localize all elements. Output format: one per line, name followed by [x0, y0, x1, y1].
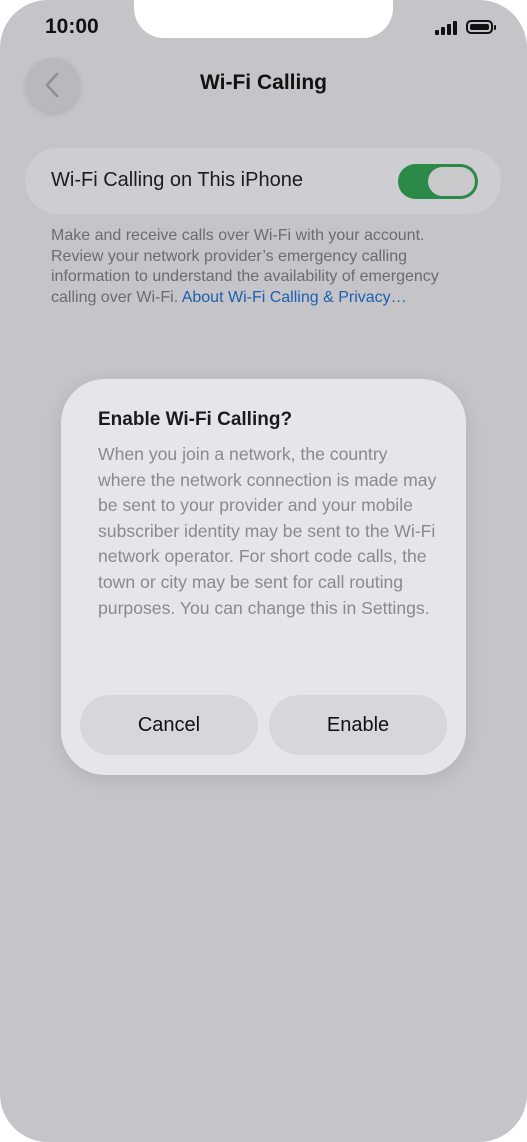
- battery-icon: [466, 20, 493, 34]
- page-title: Wi-Fi Calling: [200, 71, 327, 94]
- signal-icon: [435, 21, 459, 35]
- about-wifi-calling-link[interactable]: About Wi-Fi Calling & Privacy…: [182, 289, 407, 306]
- cancel-button[interactable]: Cancel: [80, 695, 258, 755]
- enable-button[interactable]: Enable: [269, 695, 447, 755]
- dialog-title: Enable Wi-Fi Calling?: [98, 409, 293, 430]
- dialog-body: When you join a network, the country whe…: [98, 444, 437, 618]
- wifi-calling-row: Wi-Fi Calling on This iPhone: [25, 148, 501, 214]
- toggle-knob: [428, 167, 475, 196]
- phone-screen: 10:00 Wi-Fi Calling Wi-Fi Calling on Thi…: [0, 0, 527, 1142]
- status-time: 10:00: [45, 15, 99, 38]
- wifi-calling-toggle[interactable]: [398, 164, 478, 199]
- footer-text: Make and receive calls over Wi-Fi with y…: [51, 226, 471, 308]
- notch: [134, 0, 393, 38]
- battery-cap: [494, 25, 496, 30]
- enable-wifi-calling-dialog: Enable Wi-Fi Calling? When you join a ne…: [61, 379, 466, 775]
- wifi-calling-label: Wi-Fi Calling on This iPhone: [51, 169, 303, 191]
